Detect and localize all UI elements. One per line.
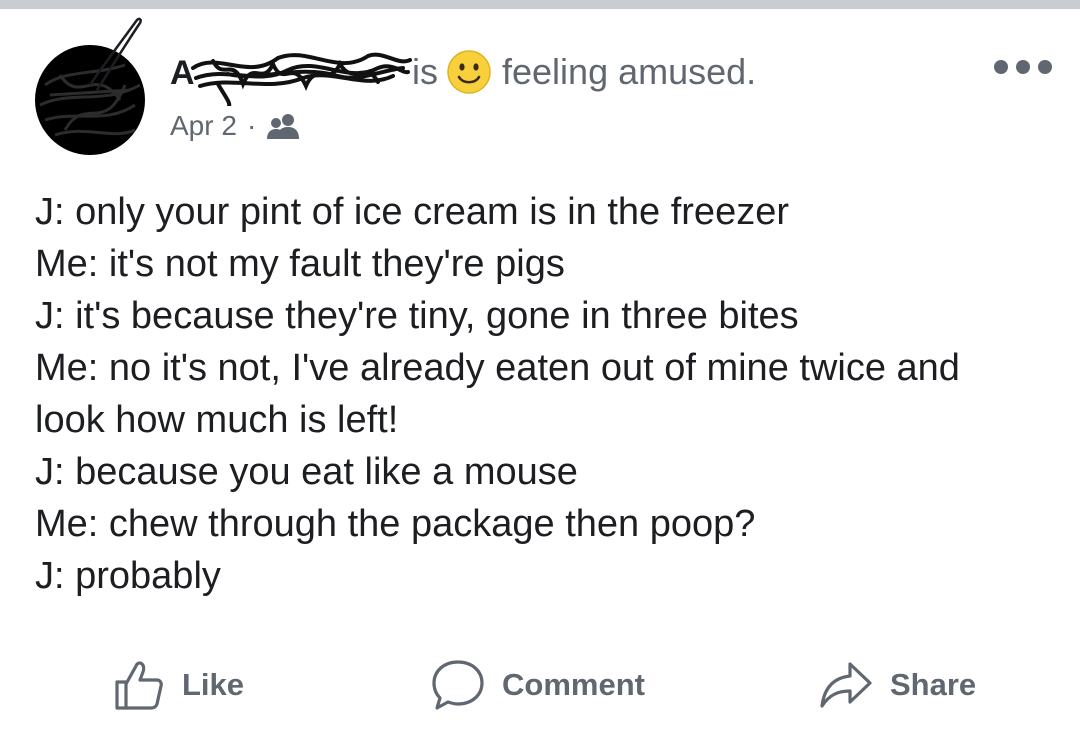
- post-text-line: J: because you eat like a mouse: [35, 451, 578, 493]
- post-meta: Apr 2 ·: [170, 110, 300, 142]
- post-text-line: Me: it's not my fault they're pigs: [35, 243, 565, 285]
- author-name[interactable]: A: [170, 46, 412, 106]
- more-dot: [1016, 60, 1030, 74]
- share-arrow-icon: [820, 662, 872, 708]
- like-label: Like: [182, 667, 245, 702]
- post-text-line: J: probably: [35, 555, 221, 597]
- more-dot: [994, 60, 1008, 74]
- share-button[interactable]: Share: [818, 652, 976, 718]
- feeling-text: feeling amused.: [502, 51, 757, 92]
- meta-separator: ·: [246, 110, 257, 141]
- smiling-face-emoji-icon: [447, 50, 491, 94]
- like-button[interactable]: Like: [112, 652, 244, 718]
- post-text-line: Me: chew through the package then poop?: [35, 503, 756, 545]
- post-header: A is feeling amused.: [170, 46, 757, 106]
- post-actions-bar: Like Comment Share: [0, 652, 1080, 718]
- post-text-line: J: only your pint of ice cream is in the…: [35, 191, 789, 233]
- post-text-line: look how much is left!: [35, 399, 399, 441]
- comment-button[interactable]: Comment: [430, 652, 645, 718]
- speech-bubble-icon: [432, 660, 484, 710]
- comment-label: Comment: [502, 667, 645, 702]
- avatar-redaction: [39, 63, 141, 137]
- thumbs-up-icon: [115, 661, 163, 710]
- status-verb: is: [412, 51, 438, 92]
- more-dot: [1038, 60, 1052, 74]
- top-divider: [0, 0, 1080, 9]
- avatar[interactable]: [35, 45, 145, 155]
- post-date[interactable]: Apr 2: [170, 110, 237, 142]
- post-text-line: Me: no it's not, I've already eaten out …: [35, 347, 960, 389]
- more-options-icon[interactable]: [994, 58, 1052, 76]
- name-redaction-scribble: [191, 52, 412, 106]
- post-text-line: J: it's because they're tiny, gone in th…: [35, 295, 799, 337]
- friends-icon[interactable]: [266, 112, 300, 140]
- post-text: J: only your pint of ice cream is in the…: [35, 186, 1045, 602]
- share-label: Share: [890, 667, 977, 702]
